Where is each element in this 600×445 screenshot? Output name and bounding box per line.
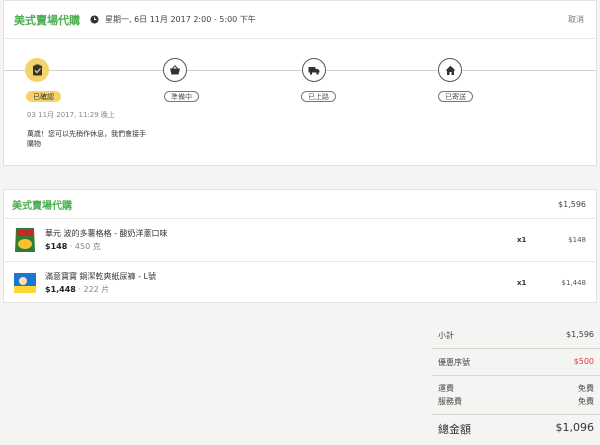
truck-icon xyxy=(308,66,320,75)
subtotal-label: 小計 xyxy=(438,331,454,340)
product-image xyxy=(15,228,35,252)
delivery-schedule: 星期一, 6日 11月 2017 2:00 - 5:00 下午 xyxy=(105,15,256,24)
item-quantity: x1 xyxy=(517,279,527,287)
item-quantity: x1 xyxy=(517,236,527,244)
service-fee-value: 免費 xyxy=(578,397,594,406)
confirmed-timestamp: 03 11月 2017, 11:29 晚上 xyxy=(27,111,115,119)
list-item[interactable]: 滿意寶寶 銅潔乾爽紙尿褲 - L號 $1,448 · 222 片 x1 $1,4… xyxy=(4,262,596,304)
item-price: $1,448 · 222 片 xyxy=(45,285,110,294)
promo-label: 優惠序號 xyxy=(438,358,470,367)
clipboard-check-icon xyxy=(32,64,42,76)
promo-row: 優惠序號 $500 xyxy=(438,357,594,368)
subtotal-value: $1,596 xyxy=(566,330,594,339)
service-fee-label: 服務費 xyxy=(438,397,462,406)
order-store-name: 美式賣場代購 xyxy=(12,201,72,212)
product-image xyxy=(14,273,36,293)
shipping-value: 免費 xyxy=(578,384,594,393)
total-label: 總金額 xyxy=(438,423,471,436)
store-name: 美式賣場代購 xyxy=(14,14,80,27)
item-name: 滿意寶寶 銅潔乾爽紙尿褲 - L號 xyxy=(45,272,156,281)
step-delivered xyxy=(438,58,462,82)
step-confirmed xyxy=(25,58,49,82)
cancel-button[interactable]: 取消 xyxy=(568,14,584,25)
clock-icon xyxy=(90,15,99,24)
item-size: · 450 克 xyxy=(67,242,101,251)
total-value: $1,096 xyxy=(555,421,595,434)
divider xyxy=(432,375,600,376)
step-preparing xyxy=(163,58,187,82)
home-icon xyxy=(445,65,455,75)
step-label-preparing: 準備中 xyxy=(164,91,199,102)
item-subtotal: $1,448 xyxy=(561,279,587,287)
step-label-on-the-way: 已上路 xyxy=(301,91,336,102)
order-status-card: 美式賣場代購 星期一, 6日 11月 2017 2:00 - 5:00 下午 取… xyxy=(3,0,597,166)
shipping-label: 運費 xyxy=(438,384,454,393)
progress-track xyxy=(4,70,596,71)
item-subtotal: $148 xyxy=(568,236,586,244)
shipping-row: 運費 免費 xyxy=(438,383,594,394)
status-note: 萬歲！您可以先稍作休息，我們會接手購物 xyxy=(27,130,146,148)
order-total: $1,596 xyxy=(558,200,586,209)
order-header: 美式賣場代購 $1,596 xyxy=(4,190,596,219)
step-label-delivered: 已寄送 xyxy=(438,91,473,102)
order-items-card: 美式賣場代購 $1,596 華元 波的多薯格格 - 酸奶洋蔥口味 $148 · … xyxy=(3,189,597,303)
total-row: 總金額 $1,096 xyxy=(438,421,594,437)
step-label-confirmed: 已確認 xyxy=(26,91,61,102)
list-item[interactable]: 華元 波的多薯格格 - 酸奶洋蔥口味 $148 · 450 克 x1 $148 xyxy=(4,219,596,262)
step-on-the-way xyxy=(302,58,326,82)
divider xyxy=(432,414,600,415)
subtotal-row: 小計 $1,596 xyxy=(438,330,594,341)
service-fee-row: 服務費 免費 xyxy=(438,396,594,407)
item-name: 華元 波的多薯格格 - 酸奶洋蔥口味 xyxy=(45,229,168,238)
item-size: · 222 片 xyxy=(75,285,110,294)
divider xyxy=(432,348,600,349)
item-price: $148 · 450 克 xyxy=(45,242,101,251)
basket-icon xyxy=(170,65,180,75)
status-header: 美式賣場代購 星期一, 6日 11月 2017 2:00 - 5:00 下午 取… xyxy=(4,1,596,39)
promo-value: $500 xyxy=(573,357,594,366)
